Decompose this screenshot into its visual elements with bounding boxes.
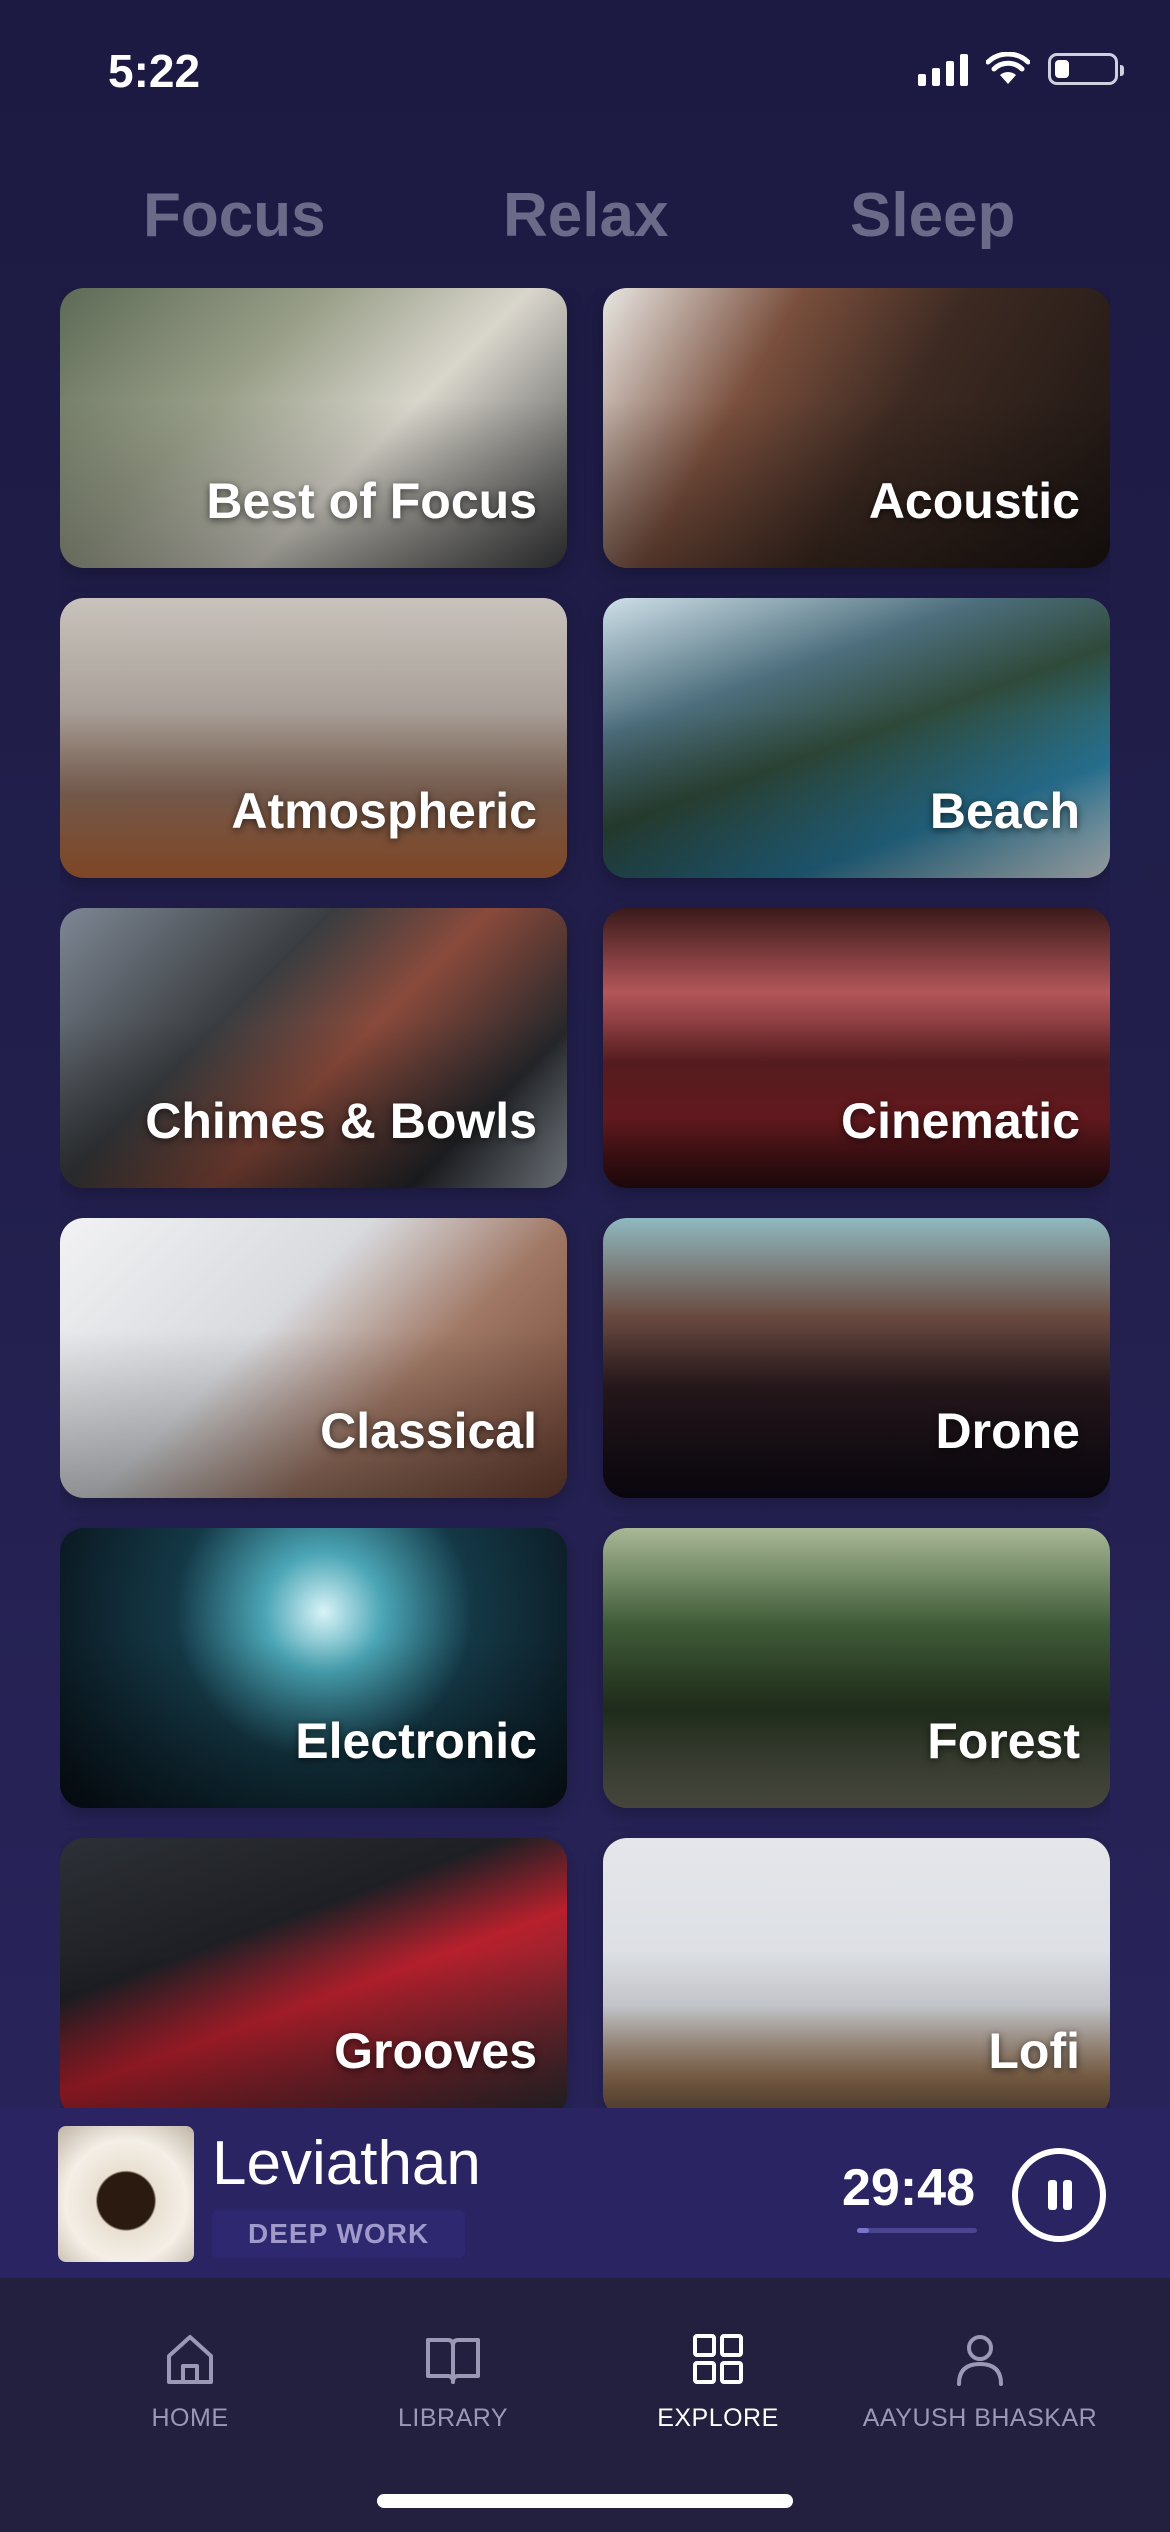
category-card-electronic[interactable]: Electronic: [60, 1528, 567, 1808]
category-label: Forest: [927, 1713, 1080, 1769]
tab-relax[interactable]: Relax: [503, 180, 668, 251]
category-card-forest[interactable]: Forest: [603, 1528, 1110, 1808]
nav-home[interactable]: HOME: [60, 2328, 320, 2433]
track-title: Leviathan: [212, 2129, 481, 2198]
category-card-classical[interactable]: Classical: [60, 1218, 567, 1498]
pause-button[interactable]: [1012, 2148, 1106, 2242]
nav-label: HOME: [151, 2404, 229, 2432]
grid-icon: [693, 2334, 743, 2384]
category-card-cinematic[interactable]: Cinematic: [603, 908, 1110, 1188]
now-playing-bar[interactable]: Leviathan DEEP WORK 29:48: [0, 2108, 1170, 2278]
nav-label: AAYUSH BHASKAR: [862, 2404, 1098, 2432]
status-bar: 5:22: [0, 0, 1170, 150]
playback-progress-fill: [857, 2228, 869, 2233]
battery-level: [1055, 60, 1069, 78]
category-card-atmospheric[interactable]: Atmospheric: [60, 598, 567, 878]
category-label: Chimes & Bowls: [145, 1093, 537, 1149]
nav-explore[interactable]: EXPLORE: [588, 2328, 848, 2433]
status-icons: [918, 52, 1124, 86]
user-icon: [957, 2335, 1003, 2386]
tab-sleep[interactable]: Sleep: [850, 180, 1015, 251]
category-grid: Best of Focus Acoustic Atmospheric Beach…: [60, 288, 1110, 2108]
tab-focus[interactable]: Focus: [143, 180, 326, 251]
nav-profile[interactable]: AAYUSH BHASKAR: [850, 2328, 1110, 2433]
category-label: Acoustic: [868, 473, 1080, 529]
home-indicator[interactable]: [377, 2494, 793, 2508]
category-label: Drone: [935, 1403, 1080, 1459]
category-label: Best of Focus: [206, 473, 537, 529]
category-card-lofi[interactable]: Lofi: [603, 1838, 1110, 2108]
nav-label: EXPLORE: [657, 2404, 779, 2432]
category-card-best-of-focus[interactable]: Best of Focus: [60, 288, 567, 568]
category-label: Classical: [320, 1403, 537, 1459]
category-label: Beach: [929, 783, 1080, 839]
battery-icon: [1048, 53, 1124, 85]
category-label: Electronic: [295, 1713, 537, 1769]
track-tag: DEEP WORK: [212, 2210, 466, 2258]
category-card-beach[interactable]: Beach: [603, 598, 1110, 878]
category-label: Lofi: [988, 2023, 1080, 2079]
category-label: Grooves: [334, 2023, 537, 2079]
cellular-signal-icon: [918, 52, 968, 86]
nav-label: LIBRARY: [397, 2404, 509, 2432]
status-time: 5:22: [108, 45, 201, 97]
category-card-drone[interactable]: Drone: [603, 1218, 1110, 1498]
mood-tabs: Focus Relax Sleep: [0, 170, 1170, 260]
category-label: Cinematic: [841, 1093, 1080, 1149]
book-icon: [426, 2338, 480, 2384]
home-icon: [167, 2335, 213, 2384]
category-label: Atmospheric: [231, 783, 537, 839]
category-card-acoustic[interactable]: Acoustic: [603, 288, 1110, 568]
nav-library[interactable]: LIBRARY: [323, 2328, 583, 2433]
track-artwork: [58, 2126, 194, 2262]
category-card-grooves[interactable]: Grooves: [60, 1838, 567, 2108]
playback-progress: [857, 2228, 977, 2233]
category-card-chimes-bowls[interactable]: Chimes & Bowls: [60, 908, 567, 1188]
time-remaining: 29:48: [842, 2159, 975, 2217]
wifi-icon: [986, 52, 1030, 86]
